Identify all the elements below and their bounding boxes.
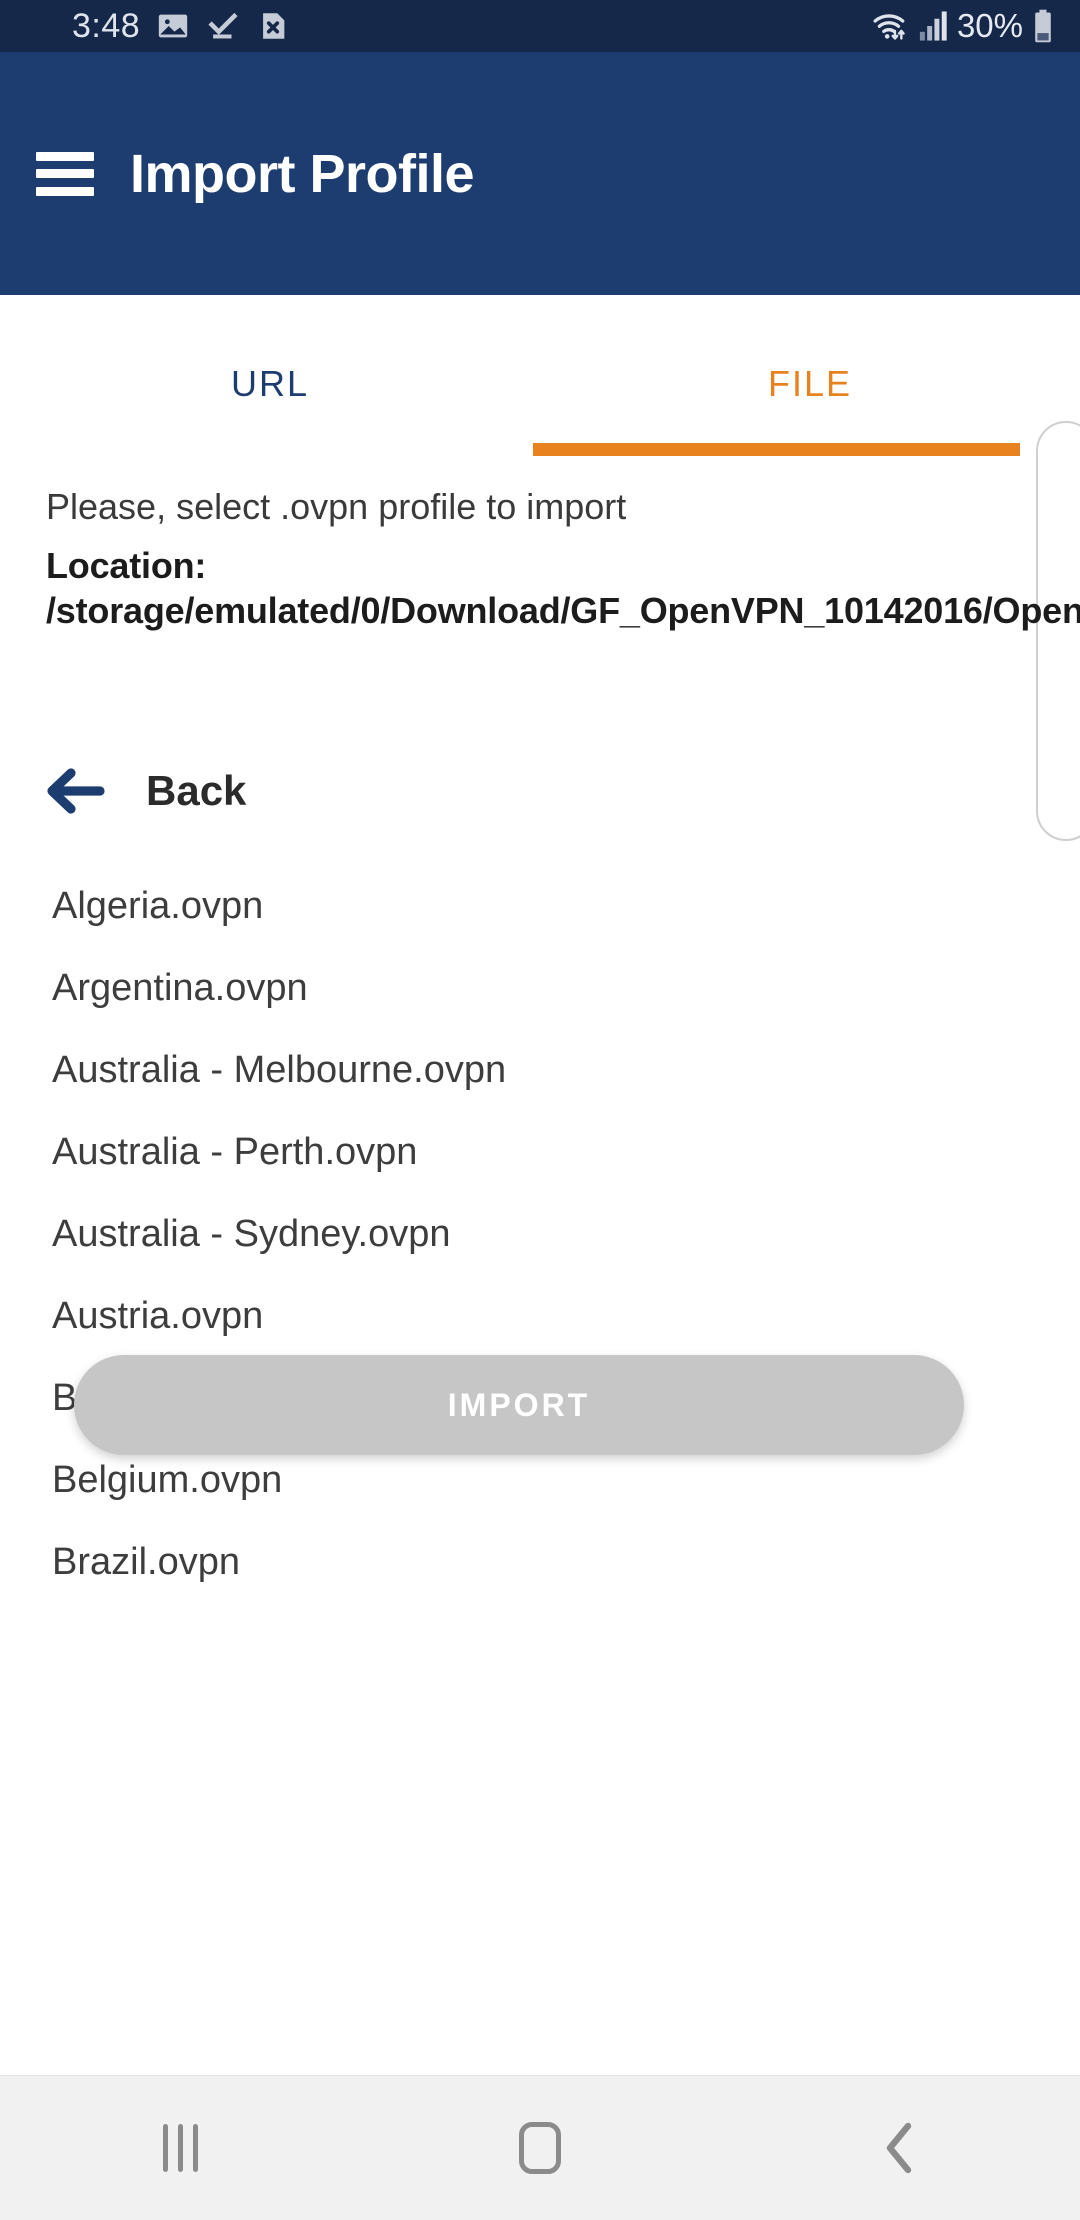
cellular-signal-icon <box>919 11 947 41</box>
file-list-item[interactable]: Australia - Melbourne.ovpn <box>0 1029 1080 1111</box>
status-bar-left: 3:48 <box>72 7 290 46</box>
file-list-item[interactable]: Australia - Perth.ovpn <box>0 1111 1080 1193</box>
wifi-icon <box>873 14 905 40</box>
page-title: Import Profile <box>130 143 475 204</box>
nav-back-button[interactable] <box>720 2120 1080 2176</box>
file-list-item[interactable]: Australia - Sydney.ovpn <box>0 1193 1080 1275</box>
battery-percent: 30% <box>956 7 1023 44</box>
status-time: 3:48 <box>72 6 141 45</box>
status-bar: 3:48 30% <box>0 0 1080 52</box>
instruction-text: Please, select .ovpn profile to import <box>46 486 627 527</box>
nav-home-button[interactable] <box>360 2122 720 2174</box>
status-bar-right: 30% <box>871 7 1054 45</box>
file-list-item[interactable]: Brazil.ovpn <box>0 1521 1080 1603</box>
hamburger-menu-icon[interactable] <box>36 151 94 196</box>
file-list-item[interactable]: Austria.ovpn <box>0 1275 1080 1357</box>
hamburger-line <box>36 169 94 178</box>
back-button[interactable]: Back <box>46 767 246 815</box>
file-list: Algeria.ovpn Argentina.ovpn Australia - Me… <box>0 865 1080 1603</box>
check-underline-icon <box>208 12 238 39</box>
app-bar: Import Profile <box>0 52 1080 295</box>
hamburger-line <box>36 186 94 196</box>
recents-bar <box>177 2124 183 2172</box>
hamburger-line <box>36 151 94 161</box>
nav-recents-button[interactable] <box>0 2124 360 2172</box>
file-list-item[interactable]: Algeria.ovpn <box>0 865 1080 947</box>
recents-icon <box>162 2124 198 2172</box>
phone-screen: 3:48 30% Import Profile URL FILE Please,… <box>0 0 1080 2220</box>
location-path: Location: /storage/emulated/0/Download/G… <box>46 545 1080 632</box>
image-icon <box>159 14 188 38</box>
recents-bar <box>192 2124 198 2172</box>
main-content: URL FILE Please, select .ovpn profile to… <box>0 295 1080 2075</box>
android-nav-bar <box>0 2075 1080 2220</box>
tab-url[interactable]: URL <box>0 295 540 480</box>
file-list-item[interactable]: Argentina.ovpn <box>0 947 1080 1029</box>
recents-bar <box>162 2124 168 2172</box>
battery-icon <box>1035 9 1051 43</box>
document-x-icon <box>263 13 285 39</box>
tab-bar: URL FILE <box>0 295 1080 480</box>
tab-active-indicator <box>533 443 1020 456</box>
home-icon <box>519 2122 561 2174</box>
arrow-left-icon <box>47 768 105 814</box>
side-scroll-panel[interactable] <box>1036 421 1080 841</box>
import-button[interactable]: IMPORT <box>74 1355 964 1455</box>
back-chevron-icon <box>886 2122 912 2174</box>
back-label: Back <box>146 767 247 814</box>
